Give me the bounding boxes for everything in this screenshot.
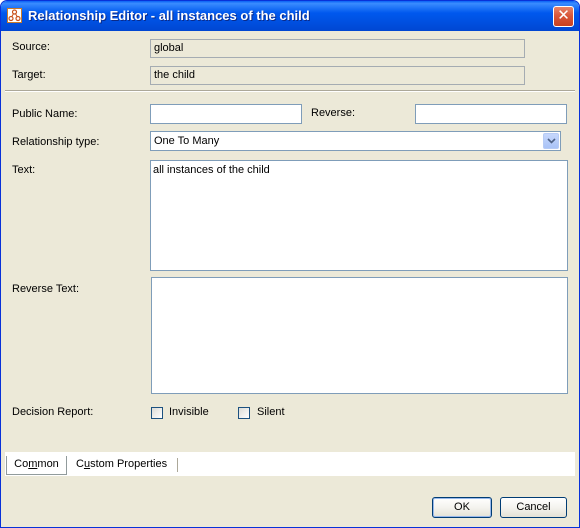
ok-button[interactable]: OK <box>432 497 492 518</box>
source-label: Source: <box>12 41 50 53</box>
target-field: the child <box>150 66 525 85</box>
text-label: Text: <box>12 164 36 176</box>
tab-common-label-post: mon <box>37 458 59 470</box>
tab-common[interactable]: Common <box>6 456 67 475</box>
close-button[interactable]: ✕ <box>553 6 574 27</box>
tab-custom-label-post: stom Properties <box>90 458 168 470</box>
public-name-label: Public Name: <box>12 108 78 120</box>
window-title: Relationship Editor - all instances of t… <box>28 8 310 23</box>
title-bar[interactable]: Relationship Editor - all instances of t… <box>1 1 579 31</box>
target-label: Target: <box>12 69 46 81</box>
close-icon: ✕ <box>557 7 570 24</box>
tab-custom-label-pre: C <box>76 458 84 470</box>
silent-label[interactable]: Silent <box>257 406 285 418</box>
relationship-app-icon <box>7 8 22 23</box>
reverse-text-label: Reverse Text: <box>12 283 80 295</box>
tab-custom-properties[interactable]: Custom Properties <box>76 456 167 475</box>
relationship-type-select[interactable]: One To Many <box>150 131 561 151</box>
separator <box>5 90 575 92</box>
relationship-editor-window: Relationship Editor - all instances of t… <box>0 0 580 528</box>
silent-checkbox[interactable] <box>238 407 250 419</box>
reverse-label: Reverse: <box>311 107 356 119</box>
relationship-type-value: One To Many <box>154 135 220 147</box>
invisible-checkbox[interactable] <box>151 407 163 419</box>
text-area[interactable]: all instances of the child <box>150 160 568 271</box>
invisible-label[interactable]: Invisible <box>169 406 209 418</box>
tab-common-label-pre: Co <box>14 458 29 470</box>
public-name-input[interactable] <box>150 104 302 124</box>
relationship-type-label: Relationship type: <box>12 136 100 148</box>
tab-strip: Common Custom Properties <box>5 452 575 476</box>
dialog-content: Source: global Target: the child Public … <box>5 31 575 525</box>
chevron-down-icon <box>547 138 556 144</box>
reverse-input[interactable] <box>415 104 567 124</box>
reverse-text-area[interactable] <box>151 277 568 394</box>
source-field: global <box>150 39 525 58</box>
cancel-button[interactable]: Cancel <box>500 497 567 518</box>
tab-divider <box>177 458 178 472</box>
decision-report-label: Decision Report: <box>12 406 94 418</box>
dropdown-button[interactable] <box>543 133 559 149</box>
